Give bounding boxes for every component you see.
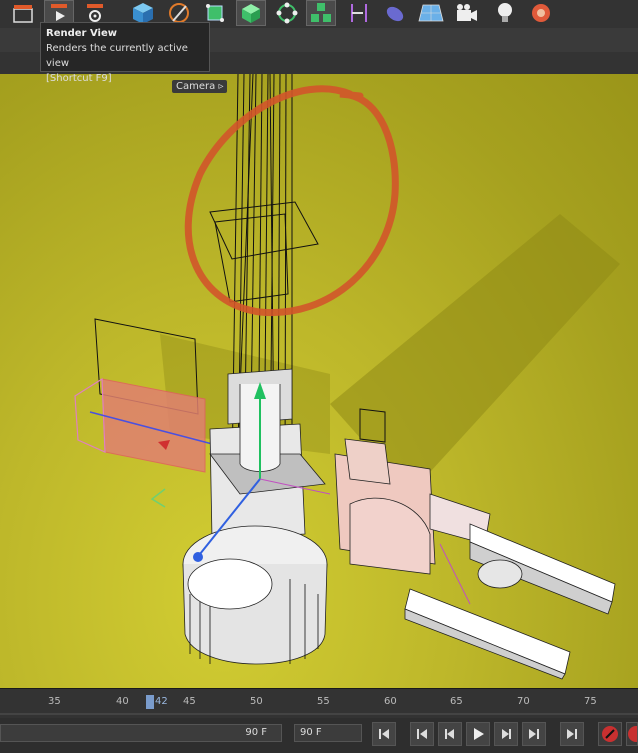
cloner-icon[interactable] [306, 0, 336, 26]
tooltip-description: Renders the currently active view [46, 43, 188, 69]
current-time-field[interactable]: 90 F [0, 724, 282, 742]
autokey-icon[interactable] [626, 722, 638, 746]
play-icon[interactable] [466, 722, 490, 746]
camera-icon[interactable] [452, 0, 482, 26]
next-key-icon[interactable] [522, 722, 546, 746]
next-frame-icon[interactable] [494, 722, 518, 746]
3d-viewport[interactable]: Camera ▹ [0, 74, 638, 688]
record-keyframe-icon[interactable] [598, 722, 622, 746]
render-view-tooltip: Render View Renders the currently active… [40, 22, 210, 84]
light-icon[interactable] [490, 0, 520, 26]
tooltip-shortcut: [Shortcut F9] [46, 73, 112, 84]
camera-icon: ▹ [218, 81, 224, 92]
sky-icon[interactable] [380, 0, 410, 26]
previous-frame-icon[interactable] [438, 722, 462, 746]
transport-bar: 90 F 90 F [0, 718, 638, 753]
go-to-start-icon[interactable] [372, 722, 396, 746]
clapboard-icon[interactable] [8, 0, 38, 26]
end-frame-field[interactable]: 90 F [294, 724, 362, 742]
spline-points-icon[interactable] [272, 0, 302, 26]
scene-graphics [74, 74, 620, 680]
top-box-wire [209, 201, 319, 260]
cube-generator-icon[interactable] [236, 0, 266, 26]
material-icon[interactable] [526, 0, 556, 26]
previous-key-icon[interactable] [410, 722, 434, 746]
ruler-ticks [0, 713, 638, 715]
deformer-icon[interactable] [344, 0, 374, 26]
tooltip-title: Render View [46, 28, 117, 39]
floor-icon[interactable] [416, 0, 446, 26]
go-to-end-icon[interactable] [560, 722, 584, 746]
right-arm-2 [404, 588, 571, 675]
timeline-ruler[interactable]: 35 40 42 45 50 55 60 65 70 75 [0, 688, 638, 719]
